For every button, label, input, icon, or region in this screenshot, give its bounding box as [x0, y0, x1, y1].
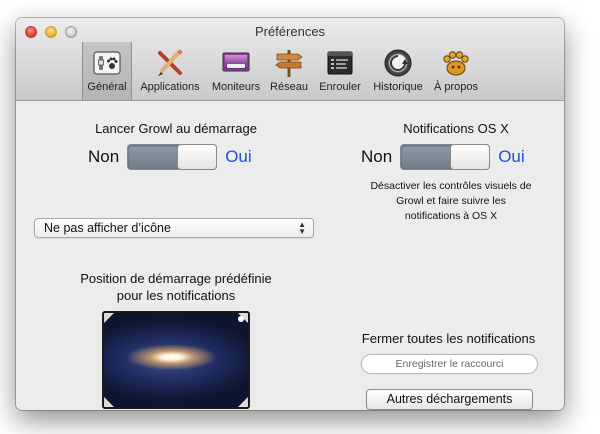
launch-at-login-title: Lancer Growl au démarrage	[95, 121, 257, 136]
tab-label: Réseau	[270, 81, 308, 93]
titlebar: Préférences Général Applications Moniteu…	[16, 18, 564, 101]
window-title: Préférences	[254, 24, 326, 39]
launch-off-label[interactable]: Non	[88, 147, 119, 167]
applications-tools-icon	[158, 49, 183, 76]
launch-on-label[interactable]: Oui	[225, 147, 251, 167]
selected-corner-indicator	[238, 316, 244, 322]
launch-at-login-switch[interactable]	[127, 144, 218, 170]
tab-displays[interactable]: Moniteurs	[208, 42, 264, 100]
popup-selected-value: Ne pas afficher d’icône	[44, 221, 171, 235]
menu-icon-popup[interactable]: Ne pas afficher d’icône ▲ ▼	[34, 218, 314, 238]
tab-label: Historique	[373, 81, 423, 93]
tab-network[interactable]: Réseau	[266, 42, 312, 100]
default-position-title: Position de démarrage prédéfinie pour le…	[56, 270, 296, 304]
osx-description-line: Growl et faire suivre les	[396, 195, 506, 207]
corner-bottom-right[interactable]	[238, 397, 248, 407]
tab-label: Général	[87, 81, 127, 93]
position-picker[interactable]	[102, 311, 250, 409]
osx-notifications-title: Notifications OS X	[403, 121, 509, 136]
growl-paw-icon	[443, 51, 469, 76]
display-monitor-icon	[222, 52, 250, 72]
general-switch-icon	[93, 51, 121, 75]
tab-general[interactable]: Général	[82, 42, 132, 100]
tab-label: Applications	[140, 81, 200, 93]
tab-label: Moniteurs	[211, 81, 261, 93]
other-downloads-button[interactable]: Autres déchargements	[366, 389, 533, 410]
popup-arrows-icon: ▲ ▼	[298, 220, 306, 236]
tab-label: À propos	[433, 81, 479, 93]
switch-knob[interactable]	[177, 144, 218, 170]
switch-knob[interactable]	[450, 144, 491, 170]
osx-toggle-row: Non Oui	[361, 144, 525, 170]
osx-on-label[interactable]: Oui	[498, 147, 524, 167]
history-knob-icon	[384, 49, 412, 77]
shortcut-recorder-field[interactable]: Enregistrer le raccourci	[361, 354, 538, 374]
osx-off-label[interactable]: Non	[361, 147, 392, 167]
corner-bottom-left[interactable]	[104, 397, 114, 407]
signpost-icon	[275, 50, 303, 77]
tab-rollup[interactable]: Enrouler	[314, 42, 366, 100]
preferences-toolbar: Général Applications Moniteurs Réseau En…	[82, 42, 484, 100]
preferences-window: Préférences Général Applications Moniteu…	[16, 18, 564, 410]
position-title-line: Position de démarrage prédéfinie	[80, 271, 272, 286]
close-all-title: Fermer toutes les notifications	[361, 331, 536, 346]
rollup-window-icon	[327, 51, 353, 75]
osx-description: Désactiver les contrôles visuels de Grow…	[346, 179, 556, 224]
launch-toggle-row: Non Oui	[88, 144, 252, 170]
corner-top-left[interactable]	[104, 313, 114, 323]
osx-description-line: Désactiver les contrôles visuels de	[370, 180, 532, 192]
osx-notifications-switch[interactable]	[400, 144, 491, 170]
osx-description-line: notifications à OS X	[404, 210, 498, 222]
tab-about[interactable]: À propos	[430, 42, 482, 100]
tab-applications[interactable]: Applications	[134, 42, 206, 100]
position-title-line: pour les notifications	[116, 288, 236, 303]
tab-history[interactable]: Historique	[368, 42, 428, 100]
general-pane: Lancer Growl au démarrage Non Oui Notifi…	[16, 101, 564, 410]
tab-label: Enrouler	[319, 81, 361, 93]
